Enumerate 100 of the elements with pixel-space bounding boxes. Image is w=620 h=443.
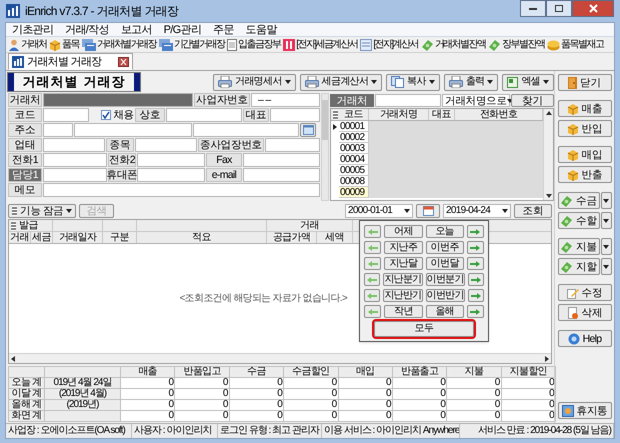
minimize-button[interactable]: [520, 0, 546, 17]
lock-button[interactable]: 기능 잠금: [8, 204, 76, 218]
table-cell[interactable]: 00009: [339, 187, 369, 198]
side-button[interactable]: 지할: [558, 258, 600, 275]
column-header[interactable]: 공급가액: [267, 232, 317, 243]
action-button[interactable]: 거래명세서: [213, 74, 296, 90]
previous-button[interactable]: [364, 273, 380, 286]
tab-close-button[interactable]: [118, 56, 130, 66]
next-button[interactable]: [468, 273, 484, 286]
column-group-header[interactable]: 발급: [19, 220, 38, 232]
column-header[interactable]: 수금: [229, 366, 284, 378]
side-button[interactable]: 휴지통: [558, 402, 612, 419]
input-field[interactable]: [193, 123, 299, 137]
input-field[interactable]: [43, 108, 89, 122]
input-field[interactable]: [265, 138, 320, 152]
period-button[interactable]: 지난반기: [383, 289, 422, 302]
input-field[interactable]: [243, 153, 320, 167]
column-header[interactable]: 코드: [339, 109, 369, 120]
previous-button[interactable]: [364, 225, 382, 238]
table-cell[interactable]: 00003: [339, 143, 369, 154]
scrollbar[interactable]: [543, 109, 553, 200]
query-button[interactable]: 조회: [514, 204, 552, 218]
side-button[interactable]: 수정: [558, 284, 612, 301]
side-button[interactable]: 반입: [558, 120, 612, 137]
previous-button[interactable]: [364, 289, 380, 302]
menu-item[interactable]: 도움말: [246, 24, 277, 36]
all-period-button[interactable]: 모두: [374, 321, 474, 337]
period-button[interactable]: 지난주: [384, 241, 422, 254]
period-button[interactable]: 지난분기: [383, 273, 422, 286]
checkbox[interactable]: 채용: [90, 108, 134, 122]
maximize-button[interactable]: [546, 0, 572, 17]
input-field[interactable]: – –: [251, 93, 320, 107]
lookup-button[interactable]: [300, 123, 316, 137]
side-button[interactable]: Help: [558, 330, 612, 347]
menu-item[interactable]: 보고서: [120, 24, 152, 36]
input-field[interactable]: [137, 168, 205, 182]
period-button[interactable]: 작년: [384, 305, 422, 318]
period-button[interactable]: 이번주: [426, 241, 464, 254]
menu-item[interactable]: P/G관리: [164, 24, 202, 36]
toolbar-button[interactable]: 품목별재고: [547, 38, 604, 50]
period-button[interactable]: 이번분기: [426, 273, 465, 286]
side-button[interactable]: 지불: [558, 238, 600, 255]
input-field[interactable]: [43, 183, 320, 197]
previous-button[interactable]: [364, 257, 382, 270]
column-header[interactable]: 적요: [137, 232, 267, 243]
input-field[interactable]: [270, 108, 320, 122]
dropdown-button[interactable]: [600, 212, 612, 229]
date-field[interactable]: 2019-04-24: [443, 204, 511, 218]
previous-button[interactable]: [364, 241, 382, 254]
table-cell[interactable]: 00001: [339, 121, 369, 132]
scrollbar[interactable]: [9, 353, 551, 363]
period-button[interactable]: 어제: [384, 225, 422, 238]
side-button[interactable]: 매출: [558, 100, 612, 117]
period-button[interactable]: 올해: [426, 305, 464, 318]
action-button[interactable]: 출력: [444, 74, 498, 90]
menu-item[interactable]: 거래/작성: [65, 24, 109, 36]
column-header[interactable]: 지불: [446, 366, 502, 378]
toolbar-button[interactable]: 입출금장부: [227, 38, 280, 50]
search-field[interactable]: [375, 94, 441, 107]
previous-button[interactable]: [364, 305, 382, 318]
toolbar-button[interactable]: 기간별거래장: [158, 38, 224, 50]
next-button[interactable]: [466, 305, 484, 318]
input-field[interactable]: [74, 123, 192, 137]
menu-item[interactable]: 주문: [213, 24, 234, 36]
period-button[interactable]: 오늘: [426, 225, 464, 238]
side-button[interactable]: 반출: [558, 166, 612, 183]
column-header[interactable]: 거래일자: [53, 232, 103, 243]
table-cell[interactable]: 00005: [339, 165, 369, 176]
menu-item[interactable]: 기초관리: [12, 24, 54, 36]
toolbar-button[interactable]: 거래처별잔액: [420, 38, 486, 50]
input-field[interactable]: [43, 168, 107, 182]
calendar-button[interactable]: [416, 204, 440, 218]
column-header[interactable]: 세액: [317, 232, 353, 243]
action-button[interactable]: 복사: [386, 74, 440, 90]
period-button[interactable]: 지난달: [384, 257, 422, 270]
column-header[interactable]: 대표: [429, 109, 455, 120]
checkbox-box[interactable]: [101, 110, 112, 120]
input-field[interactable]: [43, 153, 107, 167]
input-field[interactable]: [43, 93, 193, 107]
input-field[interactable]: [137, 153, 205, 167]
column-group-header[interactable]: 거래: [267, 220, 353, 231]
next-button[interactable]: [466, 241, 484, 254]
table-cell[interactable]: 00008: [339, 176, 369, 187]
toolbar-button[interactable]: [전자]계산서: [360, 38, 418, 50]
input-field[interactable]: [43, 138, 105, 152]
search-mode-dropdown[interactable]: 거래처명으로: [442, 94, 510, 107]
input-field[interactable]: [135, 138, 197, 152]
toolbar-button[interactable]: 거래처: [8, 38, 46, 50]
input-field[interactable]: [243, 168, 320, 182]
side-button[interactable]: 수할: [558, 212, 600, 229]
dropdown-button[interactable]: [600, 192, 612, 209]
column-header[interactable]: 구분: [103, 232, 137, 243]
column-header[interactable]: 거래처명: [369, 109, 429, 120]
action-button[interactable]: 엑셀: [502, 74, 554, 90]
next-button[interactable]: [468, 289, 484, 302]
table-cell[interactable]: 00002: [339, 132, 369, 143]
toolbar-button[interactable]: 거래처별거래장: [82, 38, 156, 50]
date-field[interactable]: 2000-01-01: [345, 204, 413, 218]
input-field[interactable]: [43, 123, 73, 137]
period-button[interactable]: 이번달: [426, 257, 464, 270]
